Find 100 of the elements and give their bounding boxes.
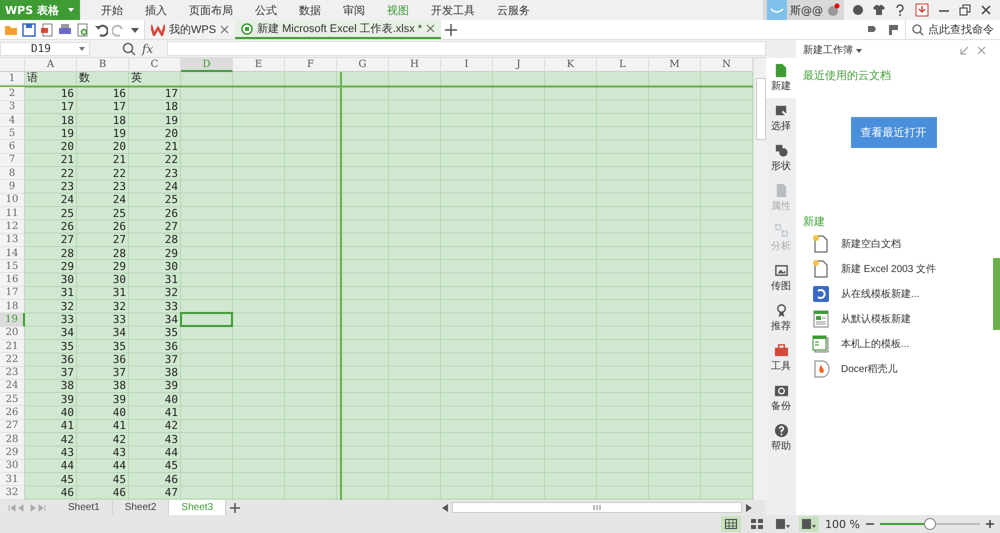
row-header[interactable]: 25	[0, 393, 25, 406]
close-icon[interactable]	[980, 4, 992, 16]
horizontal-scrollbar[interactable]	[442, 500, 752, 515]
row-header[interactable]: 17	[0, 286, 25, 300]
row-header[interactable]: 13	[0, 234, 25, 247]
row-header[interactable]: 3	[0, 100, 25, 114]
side-nav-item[interactable]: 新建	[766, 58, 796, 98]
new-file-option[interactable]: 本机上的模板...	[811, 334, 992, 354]
zoom-slider-thumb[interactable]	[924, 518, 936, 530]
ribbon-tab[interactable]: 审阅	[332, 0, 376, 20]
column-header[interactable]: M	[649, 58, 701, 72]
ribbon-tab[interactable]: 公式	[244, 0, 288, 20]
pdf-icon[interactable]	[40, 22, 54, 36]
new-file-option[interactable]: 从默认模板新建	[811, 309, 992, 329]
side-nav-item[interactable]: 工具	[766, 338, 796, 378]
row-header[interactable]: 22	[0, 353, 25, 367]
column-header[interactable]: B	[77, 58, 129, 72]
row-header[interactable]: 30	[0, 460, 25, 473]
row-header[interactable]: 10	[0, 194, 25, 207]
restore-icon[interactable]	[959, 4, 971, 16]
column-header[interactable]: K	[545, 58, 597, 72]
side-nav-item[interactable]: 选择	[766, 98, 796, 138]
row-header[interactable]: 8	[0, 167, 25, 180]
print-icon[interactable]	[58, 22, 72, 36]
ribbon-tab[interactable]: 页面布局	[178, 0, 244, 20]
close-tab-icon[interactable]	[220, 25, 230, 34]
name-box[interactable]: D19	[0, 42, 90, 56]
document-tab[interactable]: 我的WPS	[145, 20, 236, 39]
zoom-in-icon[interactable]	[986, 520, 994, 528]
column-header[interactable]: I	[441, 58, 493, 72]
row-header[interactable]: 21	[0, 340, 25, 354]
column-header[interactable]: L	[597, 58, 649, 72]
row-header[interactable]: 2	[0, 87, 25, 101]
download-icon[interactable]	[915, 3, 929, 17]
row-header[interactable]: 5	[0, 127, 25, 140]
row-header[interactable]: 23	[0, 366, 25, 380]
sheet-tab[interactable]: Sheet3	[169, 500, 226, 515]
notification-icon[interactable]	[826, 3, 840, 17]
panel-toggle[interactable]	[993, 258, 1000, 330]
new-file-option[interactable]: Docer稻壳儿	[811, 359, 992, 379]
shirt-icon[interactable]	[873, 4, 885, 16]
ribbon-tab[interactable]: 开发工具	[420, 0, 486, 20]
side-nav-item[interactable]: 备份	[766, 378, 796, 418]
row-header[interactable]: 31	[0, 472, 25, 486]
row-header[interactable]: 24	[0, 380, 25, 394]
column-header[interactable]: E	[233, 58, 285, 72]
row-header[interactable]: 4	[0, 114, 25, 128]
app-menu-button[interactable]: WPS 表格	[0, 0, 80, 20]
side-nav-item[interactable]: 传图	[766, 258, 796, 298]
side-nav-item[interactable]: 推荐	[766, 298, 796, 338]
help-icon[interactable]	[894, 4, 906, 16]
row-header[interactable]: 15	[0, 260, 25, 274]
row-header[interactable]: 29	[0, 446, 25, 460]
print-preview-icon[interactable]	[76, 22, 90, 36]
selected-cell[interactable]	[180, 312, 233, 327]
function-button[interactable]: fx	[142, 42, 154, 56]
row-header[interactable]: 28	[0, 433, 25, 446]
row-header[interactable]: 16	[0, 273, 25, 287]
new-file-option[interactable]: 从在线模板新建...	[811, 284, 992, 304]
row-header[interactable]: 14	[0, 246, 25, 260]
row-header[interactable]: 9	[0, 180, 25, 194]
vertical-scrollbar[interactable]	[753, 58, 766, 500]
row-header[interactable]: 20	[0, 326, 25, 340]
scroll-left-icon[interactable]	[442, 504, 448, 512]
side-nav-item[interactable]: 形状	[766, 138, 796, 178]
row-header[interactable]: 7	[0, 154, 25, 168]
row-header[interactable]: 11	[0, 206, 25, 220]
row-header[interactable]: 26	[0, 406, 25, 420]
row-header[interactable]: 32	[0, 486, 25, 500]
ribbon-tab[interactable]: 云服务	[486, 0, 541, 20]
column-header[interactable]: C	[129, 58, 181, 72]
row-header[interactable]: 18	[0, 300, 25, 314]
save-icon[interactable]	[22, 22, 36, 36]
row-header[interactable]: 6	[0, 140, 25, 154]
row-header[interactable]: 12	[0, 220, 25, 234]
normal-view-icon[interactable]	[721, 516, 742, 532]
column-header[interactable]: N	[701, 58, 753, 72]
zoom-icon[interactable]	[122, 42, 136, 56]
side-nav-item[interactable]: 帮助	[766, 418, 796, 458]
scroll-right-icon[interactable]	[746, 504, 752, 512]
command-search[interactable]: 点此查找命令	[905, 20, 1000, 39]
formula-input[interactable]	[167, 41, 766, 56]
collapse-icon[interactable]	[960, 46, 969, 54]
new-file-option[interactable]: 新建 Excel 2003 文件	[811, 259, 992, 279]
column-header[interactable]: J	[493, 58, 545, 72]
ribbon-tab[interactable]: 开始	[90, 0, 134, 20]
document-tab[interactable]: 新建 Microsoft Excel 工作表.xlsx *	[235, 20, 442, 39]
ribbon-tab[interactable]: 数据	[288, 0, 332, 20]
column-header[interactable]: A	[25, 58, 77, 72]
new-file-option[interactable]: 新建空白文档	[811, 234, 992, 254]
column-header[interactable]: H	[389, 58, 441, 72]
row-header[interactable]: 1	[0, 72, 25, 86]
close-tab-icon[interactable]	[426, 24, 436, 33]
row-header[interactable]: 27	[0, 420, 25, 434]
column-header[interactable]: F	[285, 58, 337, 72]
column-header[interactable]: G	[337, 58, 389, 72]
undo-icon[interactable]	[94, 22, 108, 36]
reading-mode-icon[interactable]	[799, 516, 820, 532]
ribbon-tab[interactable]: 插入	[134, 0, 178, 20]
grip-icon[interactable]	[593, 505, 601, 510]
